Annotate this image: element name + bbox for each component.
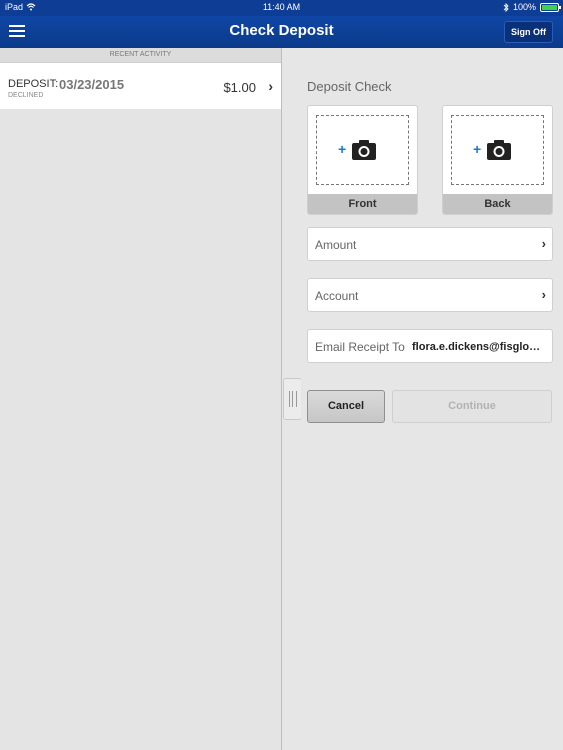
sign-off-button[interactable]: Sign Off (504, 21, 553, 43)
continue-button[interactable]: Continue (392, 390, 552, 423)
bluetooth-icon (503, 2, 509, 12)
back-photo-button[interactable]: + Back (442, 105, 553, 215)
status-bar: iPad 11:40 AM 100% (0, 0, 563, 16)
split-handle[interactable] (283, 378, 302, 420)
chevron-right-icon: › (541, 236, 546, 251)
account-field[interactable]: Account › (307, 278, 553, 312)
back-photo-frame: + (451, 115, 544, 185)
amount-field[interactable]: Amount › (307, 227, 553, 261)
account-label: Account (315, 289, 359, 303)
status-time: 11:40 AM (262, 2, 301, 12)
front-label: Front (308, 194, 417, 214)
camera-icon (487, 140, 511, 160)
activity-row[interactable]: DEPOSIT: 03/23/2015 DECLINED $1.00 › (0, 63, 281, 109)
email-receipt-value: flora.e.dickens@fisglob… (412, 341, 546, 353)
nav-bar: Check Deposit Sign Off (0, 16, 563, 48)
email-receipt-field[interactable]: Email Receipt To flora.e.dickens@fisglob… (307, 329, 553, 363)
recent-activity-header: RECENT ACTIVITY (0, 48, 281, 63)
front-photo-frame: + (316, 115, 409, 185)
activity-amount: $1.00 (223, 80, 256, 95)
email-receipt-label: Email Receipt To (315, 340, 405, 354)
camera-icon (352, 140, 376, 160)
deposit-form: Deposit Check + Front + Back Amount › Ac… (301, 48, 563, 750)
page-title: Check Deposit (229, 22, 334, 39)
battery-percent: 100% (512, 2, 536, 12)
back-label: Back (443, 194, 552, 214)
battery-icon (540, 2, 561, 12)
activity-date: 03/23/2015 (59, 77, 125, 92)
front-photo-button[interactable]: + Front (307, 105, 418, 215)
amount-label: Amount (315, 238, 357, 252)
deposit-title: Deposit Check (307, 79, 392, 94)
status-right: 100% (503, 2, 561, 12)
cancel-button[interactable]: Cancel (307, 390, 385, 423)
chevron-right-icon: › (541, 287, 546, 302)
plus-icon: + (473, 141, 482, 157)
activity-status: DECLINED (8, 92, 44, 99)
recent-activity-pane: RECENT ACTIVITY DEPOSIT: 03/23/2015 DECL… (0, 48, 281, 750)
pane-divider (281, 48, 282, 750)
activity-type: DEPOSIT: (8, 78, 59, 90)
chevron-right-icon: › (268, 78, 273, 94)
plus-icon: + (338, 141, 347, 157)
